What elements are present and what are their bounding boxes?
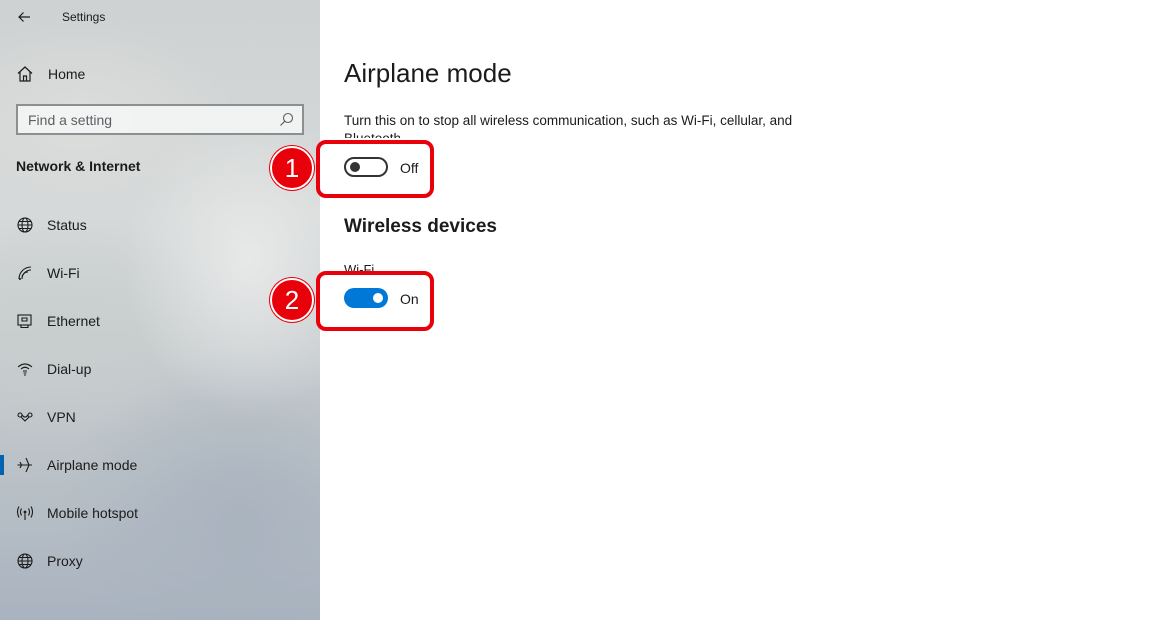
selection-indicator bbox=[0, 455, 4, 475]
sidebar-item-status[interactable]: Status bbox=[0, 205, 320, 245]
search-placeholder: Find a setting bbox=[28, 112, 113, 128]
sidebar-item-proxy[interactable]: Proxy bbox=[0, 541, 320, 581]
annotation-box-2 bbox=[316, 271, 434, 331]
dialup-icon bbox=[17, 363, 33, 376]
section-title: Network & Internet bbox=[16, 158, 141, 174]
wireless-devices-heading: Wireless devices bbox=[344, 216, 497, 237]
back-button[interactable] bbox=[10, 4, 38, 30]
sidebar-item-label: VPN bbox=[47, 409, 76, 425]
home-icon bbox=[17, 66, 33, 82]
app-title: Settings bbox=[62, 10, 106, 24]
search-input[interactable]: Find a setting bbox=[16, 104, 304, 135]
sidebar-item-label: Dial-up bbox=[47, 361, 92, 377]
sidebar-item-label: Airplane mode bbox=[47, 457, 138, 473]
sidebar-item-label: Wi-Fi bbox=[47, 265, 80, 281]
title-bar: Settings bbox=[0, 0, 320, 34]
search-icon[interactable] bbox=[279, 112, 294, 127]
sidebar-item-label: Proxy bbox=[47, 553, 83, 569]
sidebar-item-mobile-hotspot[interactable]: Mobile hotspot bbox=[0, 493, 320, 533]
annotation-number-1: 1 bbox=[270, 146, 314, 190]
sidebar-item-airplane-mode[interactable]: Airplane mode bbox=[0, 445, 320, 485]
airplane-mode-description: Turn this on to stop all wireless commun… bbox=[344, 113, 793, 138]
sidebar-item-wifi[interactable]: Wi-Fi bbox=[0, 253, 320, 293]
ethernet-icon bbox=[17, 314, 32, 329]
globe-icon bbox=[17, 553, 33, 569]
sidebar-item-label: Status bbox=[47, 217, 87, 233]
sidebar-item-dialup[interactable]: Dial-up bbox=[0, 349, 320, 389]
globe-icon bbox=[17, 217, 33, 233]
back-arrow-icon bbox=[18, 12, 30, 22]
wifi-icon bbox=[18, 266, 32, 280]
main-content: Airplane mode Turn this on to stop all w… bbox=[320, 0, 1150, 620]
vpn-icon bbox=[17, 412, 33, 422]
annotation-number-2: 2 bbox=[270, 278, 314, 322]
airplane-icon bbox=[17, 457, 32, 473]
page-title: Airplane mode bbox=[344, 58, 512, 88]
annotation-box-1 bbox=[316, 140, 434, 198]
sidebar-item-label: Mobile hotspot bbox=[47, 505, 139, 521]
sidebar-item-label: Home bbox=[48, 66, 86, 82]
sidebar-item-vpn[interactable]: VPN bbox=[0, 397, 320, 437]
sidebar-item-label: Ethernet bbox=[47, 313, 100, 329]
hotspot-icon bbox=[16, 506, 34, 520]
sidebar-item-home[interactable]: Home bbox=[0, 58, 320, 90]
